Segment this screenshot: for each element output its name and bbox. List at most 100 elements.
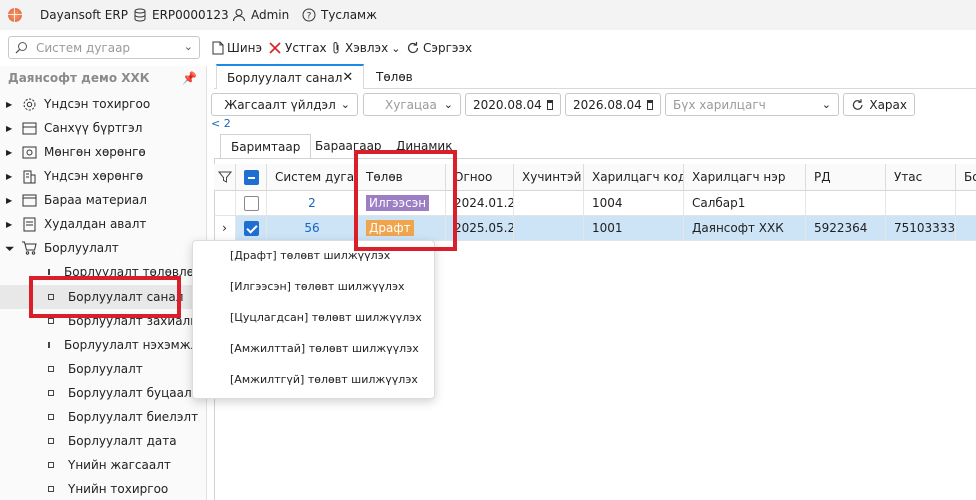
cell-partner-code[interactable]: 1001 [584, 216, 684, 241]
expand-arrow-icon: ▶ [6, 99, 13, 109]
cell-partner-code[interactable]: 1004 [584, 191, 684, 216]
sidebar-subitem[interactable]: Борлуулалт нэхэмжлэх [0, 333, 212, 357]
row-expand-arrow-icon[interactable]: › [214, 216, 236, 241]
checkbox-checked-icon [243, 220, 259, 236]
chevron-down-icon[interactable]: ⌄ [184, 40, 193, 53]
date-from-field[interactable]: 2020.08.04 [465, 93, 561, 116]
expand-arrow-icon: ▶ [6, 147, 13, 157]
partner-placeholder: Бүх харилцагч [673, 97, 766, 112]
sidebar-item-label: Мөнгөн хөрөнгө [44, 145, 146, 159]
cell-date[interactable]: 2025.05.22 [446, 216, 514, 241]
sidebar-item-label: Борлуулалт [44, 241, 119, 255]
menu-item-to-cancelled[interactable]: [Цуцлагдсан] төлөвт шилжүүлэх [230, 311, 422, 324]
sidebar-subitem[interactable]: Борлуулалт [0, 357, 206, 381]
collapse-arrow-icon: ◢ [4, 240, 16, 252]
help-button[interactable]: ? Тусламж [302, 6, 377, 24]
cell-phone[interactable] [886, 191, 956, 216]
sidebar-subitem-label: Борлуулалт захиалга [68, 314, 204, 328]
sidebar-subitem[interactable]: Үнийн жагсаалт [0, 453, 206, 477]
sidebar-subitem-label: Борлуулалт биелэлт [68, 410, 199, 424]
sidebar-item-purchase[interactable]: ▶ Худалдан авалт [0, 212, 206, 236]
sidebar-subitem[interactable]: Борлуулалт захиалга [0, 309, 206, 333]
database-selector[interactable]: ERP0000123 [133, 6, 229, 24]
cell-hucintei[interactable] [514, 191, 584, 216]
sidebar-item-settings[interactable]: ▶ Үндсэн тохиргоо [0, 92, 206, 116]
tab-by-item[interactable]: Бараагаар [305, 134, 392, 158]
bullet-icon [48, 294, 54, 300]
cell-truncated[interactable] [956, 191, 976, 216]
print-button[interactable]: Хэвлэх ⌄ [330, 37, 400, 59]
menu-item-to-failed[interactable]: [Амжилтгүй] төлөвт шилжүүлэх [230, 373, 418, 386]
view-button[interactable]: Харах [843, 93, 915, 116]
col-date[interactable]: Огноо [446, 164, 514, 191]
chevron-down-icon: ⌄ [340, 98, 350, 111]
list-actions-dropdown[interactable]: Жагсаалт үйлдэл ⌄ [211, 93, 358, 116]
sidebar-subitem-label: Борлуулалт санал [68, 290, 184, 304]
col-rd[interactable]: РД [806, 164, 886, 191]
cell-phone[interactable]: 75103333 [886, 216, 956, 241]
tab-status[interactable]: Төлөв [366, 64, 423, 89]
col-system-number[interactable]: Систем дугаар [267, 164, 358, 191]
cell-rd[interactable]: 5922364 [806, 216, 886, 241]
col-partner-code[interactable]: Харилцагч код [584, 164, 684, 191]
select-all-checkbox[interactable] [236, 164, 267, 191]
row-checkbox[interactable] [236, 191, 267, 216]
cell-partner-name[interactable]: Салбар1 [684, 191, 806, 216]
partner-select[interactable]: Бүх харилцагч ⌄ [665, 93, 839, 116]
period-select[interactable]: Хугацаа ⌄ [363, 93, 461, 116]
search-input[interactable] [36, 40, 166, 55]
sidebar-subitem[interactable]: Борлуулалт дата [0, 429, 206, 453]
date-to-field[interactable]: 2026.08.04 [565, 93, 661, 116]
sidebar-item-sales[interactable]: ◢ Борлуулалт [0, 236, 206, 260]
cell-rd[interactable] [806, 191, 886, 216]
sidebar-subitem[interactable]: Үнийн тохиргоо [0, 477, 206, 500]
user-menu[interactable]: Admin [232, 6, 289, 24]
paperclip-icon [333, 42, 339, 54]
new-button[interactable]: Шинэ [212, 37, 262, 59]
tab-by-document[interactable]: Баримтаар [220, 134, 312, 158]
menu-item-to-draft[interactable]: [Драфт] төлөвт шилжүүлэх [230, 249, 390, 262]
filter-icon[interactable] [214, 164, 236, 191]
cell-truncated[interactable] [956, 216, 976, 241]
row-checkbox[interactable] [236, 216, 267, 241]
col-hucintei[interactable]: Хучинтэй [514, 164, 584, 191]
pin-icon[interactable]: 📌 [182, 71, 197, 85]
sidebar-item-label: Санхүү бүртгэл [44, 121, 143, 135]
cell-partner-name[interactable]: Даянсофт ХХК [684, 216, 806, 241]
cell-system-number[interactable]: 56 [267, 216, 358, 241]
expand-arrow-icon: ▶ [6, 123, 13, 133]
cell-status[interactable]: Илгээсэн [358, 191, 446, 216]
refresh-button[interactable]: Сэргээх [406, 37, 472, 59]
calendar-icon[interactable] [546, 99, 553, 110]
tab-sales-offer[interactable]: Борлуулалт санал ✕ [216, 64, 364, 89]
sidebar-subitem-sales-offer[interactable]: Борлуулалт санал [0, 285, 206, 309]
col-phone[interactable]: Утас [886, 164, 956, 191]
close-icon[interactable]: ✕ [342, 70, 353, 85]
delete-icon [269, 42, 281, 54]
cell-status[interactable]: Драфт [358, 216, 446, 241]
checkbox-partial-icon [243, 169, 259, 185]
sidebar-item-accounting[interactable]: ▶ Санхүү бүртгэл [0, 116, 206, 140]
sidebar-item-fixed-assets[interactable]: ▶ Үндсэн хөрөнгө [0, 164, 206, 188]
col-truncated[interactable]: Бо [956, 164, 976, 191]
menu-item-to-success[interactable]: [Амжилттай] төлөвт шилжүүлэх [230, 342, 419, 355]
sidebar-subitem[interactable]: Борлуулалт буцаалт [0, 381, 206, 405]
sidebar-subitem[interactable]: Борлуулалт төлөвлөгөө [0, 260, 215, 284]
sidebar-item-cash[interactable]: ▶ Мөнгөн хөрөнгө [0, 140, 206, 164]
tab-dynamic[interactable]: Динамик [386, 134, 462, 158]
bullet-icon [48, 342, 50, 348]
delete-button[interactable]: Устгах [268, 37, 327, 59]
search-box[interactable]: ⌄ [8, 36, 200, 59]
sidebar-subitem[interactable]: Борлуулалт биелэлт [0, 405, 206, 429]
calendar-icon[interactable] [646, 99, 653, 110]
cell-date[interactable]: 2024.01.24 [446, 191, 514, 216]
col-status[interactable]: Төлөв [358, 164, 446, 191]
sidebar-item-inventory[interactable]: ▶ Бараа материал [0, 188, 206, 212]
menu-item-to-sent[interactable]: [Илгээсэн] төлөвт шилжүүлэх [230, 280, 405, 293]
col-partner-name[interactable]: Харилцагч нэр [684, 164, 806, 191]
cell-hucintei[interactable] [514, 216, 584, 241]
cell-system-number[interactable]: 2 [267, 191, 358, 216]
ledger-icon [20, 120, 38, 136]
pager-link[interactable]: < 2 [211, 117, 231, 130]
refresh-icon [852, 98, 863, 110]
